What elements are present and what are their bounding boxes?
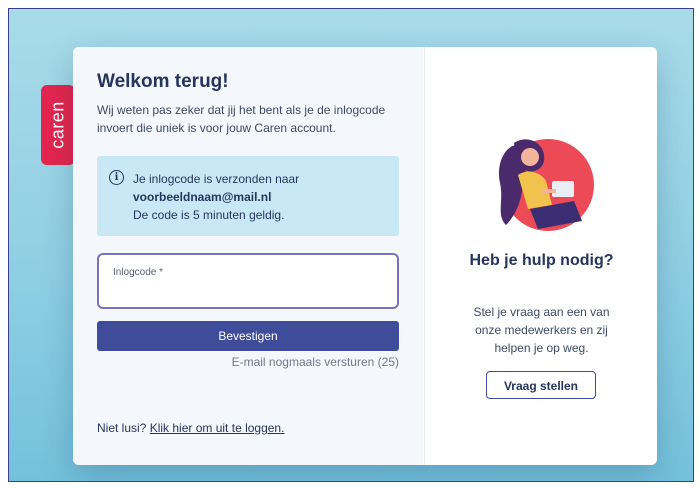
- caren-logo-tab: caren: [41, 85, 75, 165]
- login-panel: Welkom terug! Wij weten pas zeker dat ji…: [73, 47, 423, 465]
- login-code-label: Inlogcode *: [113, 267, 164, 278]
- login-card: Welkom terug! Wij weten pas zeker dat ji…: [73, 47, 657, 465]
- page-background: caren Welkom terug! Wij weten pas zeker …: [8, 8, 694, 482]
- info-text: Je inlogcode is verzonden naar voorbeeld…: [133, 170, 393, 224]
- info-notice: i Je inlogcode is verzonden naar voorbee…: [97, 156, 399, 236]
- help-text: Stel je vraag aan een van onze medewerke…: [473, 305, 610, 355]
- info-sent-text: Je inlogcode is verzonden naar: [133, 172, 300, 186]
- page-title: Welkom terug!: [97, 71, 229, 92]
- info-validity: De code is 5 minuten geldig.: [133, 208, 285, 222]
- info-icon: i: [109, 170, 124, 185]
- support-person-illustration: [498, 139, 594, 231]
- resend-email-link[interactable]: E-mail nogmaals versturen (25): [232, 355, 399, 369]
- logout-link[interactable]: Klik hier om uit te loggen.: [150, 421, 285, 435]
- intro-text: Wij weten pas zeker dat jij het bent als…: [97, 103, 386, 135]
- logout-line: Niet lusi? Klik hier om uit te loggen.: [97, 421, 284, 435]
- info-email: voorbeeldnaam@mail.nl: [133, 190, 272, 204]
- confirm-button[interactable]: Bevestigen: [97, 321, 399, 351]
- logout-prefix: Niet lusi?: [97, 421, 147, 435]
- brand-logo-text: caren: [47, 101, 68, 149]
- ask-question-button[interactable]: Vraag stellen: [486, 371, 596, 399]
- login-code-field[interactable]: Inlogcode *: [97, 253, 399, 309]
- help-panel: Heb je hulp nodig? Stel je vraag aan een…: [424, 47, 657, 465]
- login-code-input[interactable]: [113, 281, 387, 301]
- help-title: Heb je hulp nodig?: [469, 252, 614, 269]
